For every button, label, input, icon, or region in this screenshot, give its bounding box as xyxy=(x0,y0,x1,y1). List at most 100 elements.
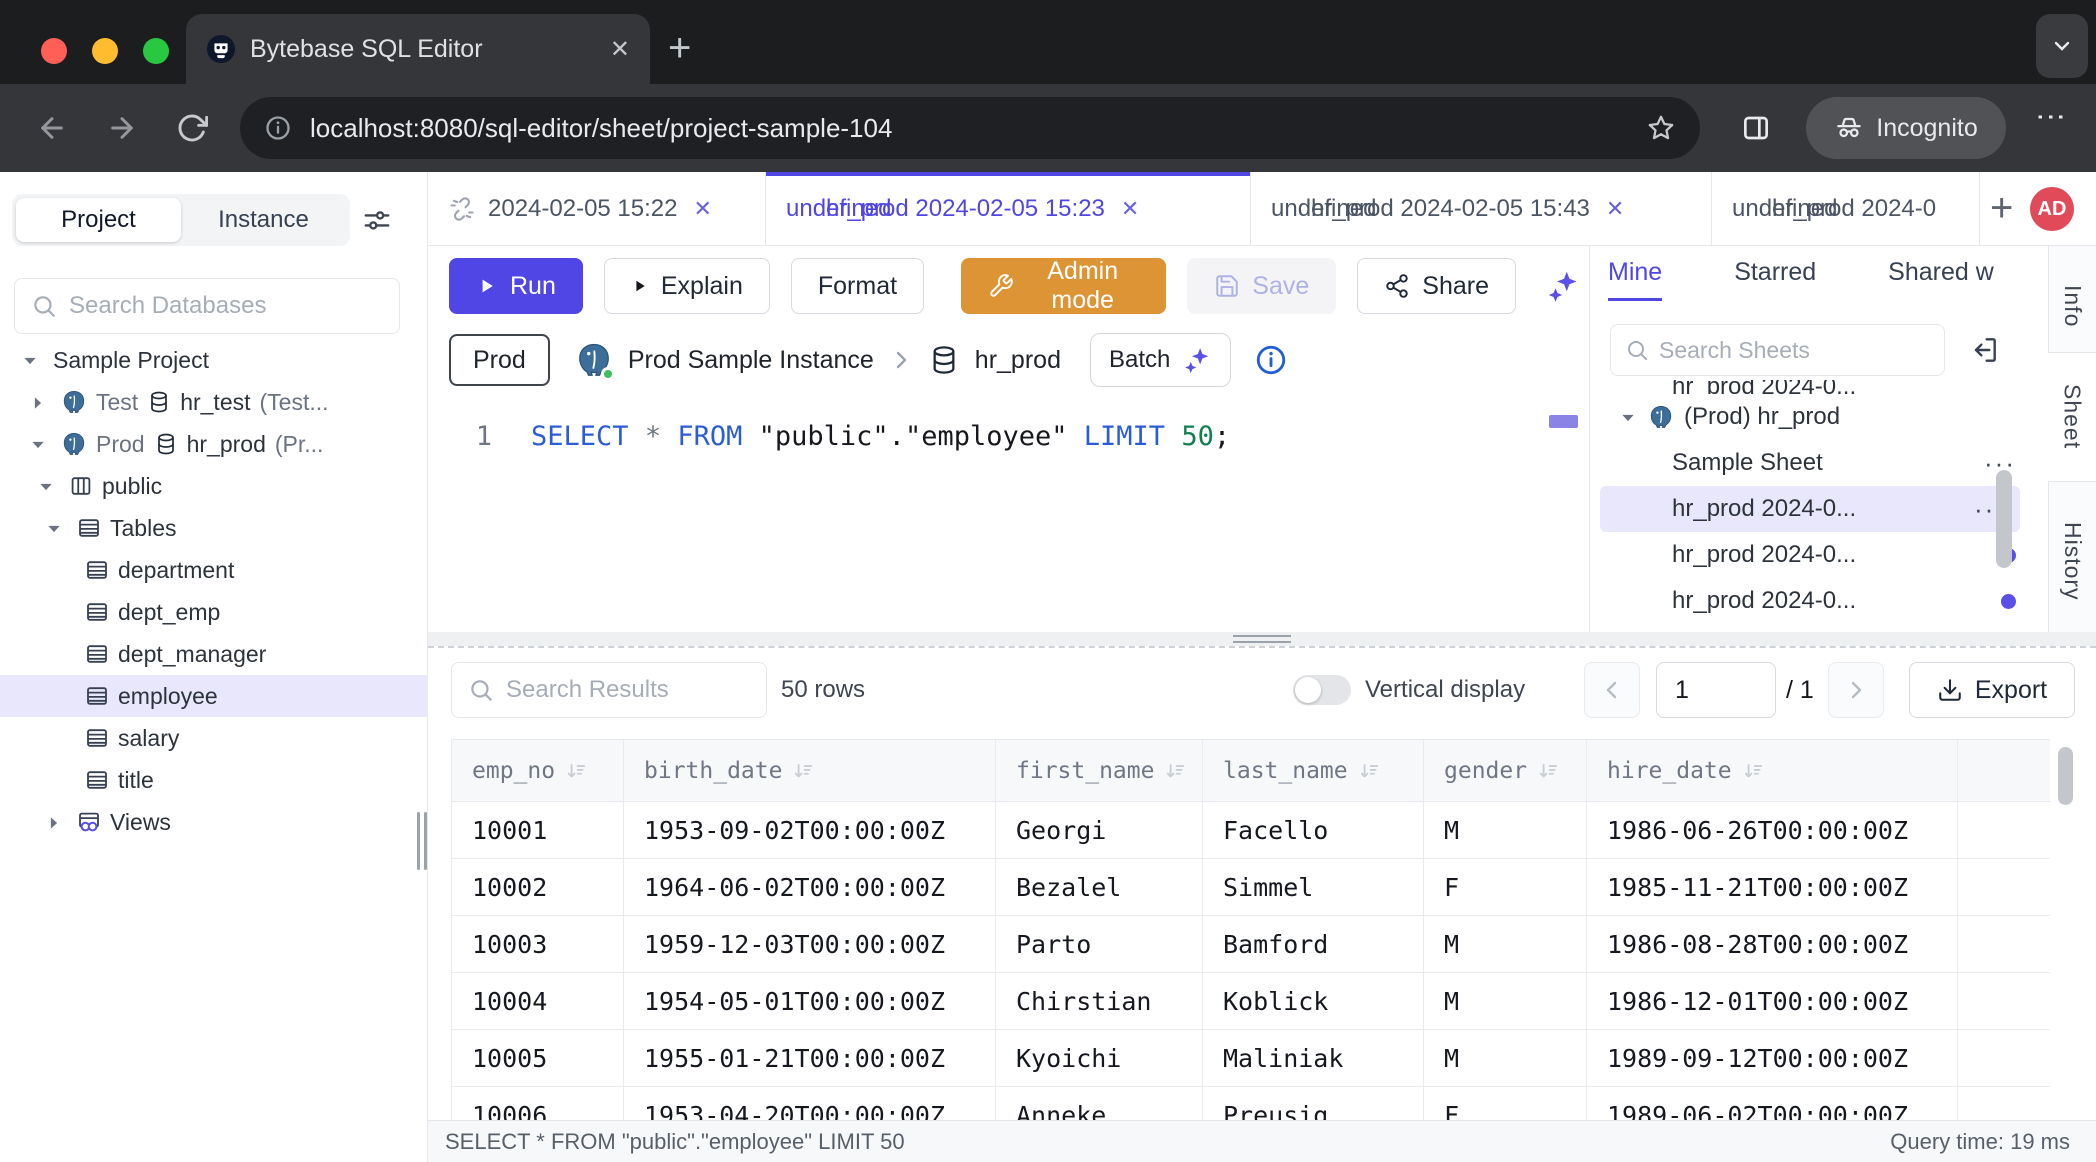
sheet-list-item[interactable]: hr_prod 2024-0... xyxy=(1590,532,2030,578)
table-cell: 10005 xyxy=(452,1030,624,1086)
save-button[interactable]: Save xyxy=(1187,258,1336,314)
table-cell: Parto xyxy=(996,916,1203,972)
tree-item[interactable]: Views xyxy=(0,801,428,843)
tree-item[interactable]: title xyxy=(0,759,428,801)
column-header[interactable]: first_name xyxy=(996,740,1203,801)
sheet-tab[interactable]: undefinedhr_prod 2024-02-05 15:23✕ xyxy=(766,172,1251,246)
tree-item[interactable]: Tables xyxy=(0,507,428,549)
tab-sheet[interactable]: Sheet xyxy=(2048,352,2096,482)
sheet-tab[interactable]: undefinedhr_prod 2024-0 xyxy=(1712,172,1980,246)
table-cell: Preusig xyxy=(1203,1087,1424,1122)
format-button[interactable]: Format xyxy=(791,258,924,314)
tree-item[interactable]: dept_manager xyxy=(0,633,428,675)
page-input[interactable]: 1 xyxy=(1656,662,1776,718)
vertical-display-toggle[interactable] xyxy=(1293,675,1351,705)
results-scrollbar[interactable] xyxy=(2058,747,2073,805)
site-info-icon[interactable] xyxy=(264,114,292,142)
sql-statement: SELECT * FROM "public"."employee" LIMIT … xyxy=(531,421,1230,452)
search-sheets-input[interactable]: Search Sheets xyxy=(1610,324,1945,376)
tree-item[interactable]: public xyxy=(0,465,428,507)
minimize-window-button[interactable] xyxy=(92,38,118,64)
postgres-icon: undefined xyxy=(1271,195,1299,223)
forward-icon[interactable] xyxy=(106,112,138,144)
add-sheet-button[interactable]: + xyxy=(1990,186,2013,231)
tree-item[interactable]: Testhr_test(Test... xyxy=(0,381,428,423)
database-name[interactable]: hr_prod xyxy=(975,346,1061,375)
sheet-tab[interactable]: undefinedhr_prod 2024-02-05 15:43✕ xyxy=(1251,172,1712,246)
import-sheet-icon[interactable] xyxy=(1968,334,2000,366)
next-page-button[interactable] xyxy=(1828,662,1884,718)
line-number: 1 xyxy=(428,421,492,452)
browser-tab[interactable]: Bytebase SQL Editor ✕ xyxy=(186,14,650,84)
share-button[interactable]: Share xyxy=(1357,258,1516,314)
close-window-button[interactable] xyxy=(41,38,67,64)
tree-item[interactable]: Prodhr_prod(Pr... xyxy=(0,423,428,465)
sheets-scrollbar[interactable] xyxy=(1996,470,2012,568)
postgres-icon: undefined xyxy=(1732,195,1760,223)
back-icon[interactable] xyxy=(36,112,68,144)
batch-button[interactable]: Batch xyxy=(1090,333,1231,387)
tab-instance[interactable]: Instance xyxy=(181,198,346,242)
chevron-left-icon xyxy=(1600,678,1624,702)
sheet-group[interactable]: (Prod) hr_prod xyxy=(1590,394,2030,440)
close-icon[interactable]: ✕ xyxy=(694,196,712,222)
sheet-tab[interactable]: 2024-02-05 15:22✕ xyxy=(428,172,766,246)
tab-history[interactable]: History xyxy=(2049,490,2096,632)
column-header[interactable]: birth_date xyxy=(624,740,996,801)
sidebar-settings-icon[interactable] xyxy=(362,206,392,236)
table-row[interactable]: 100061953-04-20T00:00:00ZAnnekePreusigF1… xyxy=(452,1087,2050,1122)
export-button[interactable]: Export xyxy=(1909,662,2075,718)
ai-sparkle-icon xyxy=(1545,268,1581,304)
search-results-input[interactable]: Search Results xyxy=(451,662,767,718)
tab-starred[interactable]: Starred xyxy=(1734,258,1816,301)
avatar[interactable]: AD xyxy=(2030,187,2074,231)
info-icon[interactable] xyxy=(1254,343,1288,377)
prev-page-button[interactable] xyxy=(1584,662,1640,718)
address-bar[interactable]: localhost:8080/sql-editor/sheet/project-… xyxy=(240,97,1700,159)
close-icon[interactable]: ✕ xyxy=(1606,196,1624,222)
tree-item[interactable]: salary xyxy=(0,717,428,759)
run-button[interactable]: Run xyxy=(449,258,583,314)
tab-search-button[interactable] xyxy=(2036,14,2088,78)
table-row[interactable]: 100031959-12-03T00:00:00ZPartoBamfordM19… xyxy=(452,916,2050,973)
tab-info[interactable]: Info xyxy=(2049,256,2096,356)
column-header[interactable]: emp_no xyxy=(452,740,624,801)
tree-item[interactable]: dept_emp xyxy=(0,591,428,633)
code-editor[interactable]: 1 SELECT * FROM "public"."employee" LIMI… xyxy=(428,404,1588,632)
postgres-icon xyxy=(61,389,87,415)
column-header[interactable]: last_name xyxy=(1203,740,1424,801)
tab-mine[interactable]: Mine xyxy=(1608,258,1662,301)
column-header[interactable]: hire_date xyxy=(1587,740,1958,801)
table-row[interactable]: 100051955-01-21T00:00:00ZKyoichiMaliniak… xyxy=(452,1030,2050,1087)
table-row[interactable]: 100021964-06-02T00:00:00ZBezalelSimmelF1… xyxy=(452,859,2050,916)
sheet-list-item[interactable]: hr_prod 2024-0...··· xyxy=(1600,486,2020,532)
bookmark-star-icon[interactable] xyxy=(1646,113,1676,143)
tree-item[interactable]: Sample Project xyxy=(0,339,428,381)
sheet-list-item[interactable]: Sample Sheet··· xyxy=(1590,440,2030,486)
close-icon[interactable]: ✕ xyxy=(1121,196,1139,222)
tab-project[interactable]: Project xyxy=(16,198,181,242)
sidebar-resize-handle[interactable] xyxy=(417,812,427,870)
reload-icon[interactable] xyxy=(176,112,208,144)
new-tab-button[interactable]: + xyxy=(668,24,691,72)
tree-item[interactable]: employee xyxy=(0,675,428,717)
table-row[interactable]: 100041954-05-01T00:00:00ZChirstianKoblic… xyxy=(452,973,2050,1030)
database-icon xyxy=(928,344,960,376)
tab-shared[interactable]: Shared w xyxy=(1888,258,1994,301)
search-placeholder: Search Results xyxy=(506,676,669,704)
tree-item[interactable]: department xyxy=(0,549,428,591)
side-panel-icon[interactable] xyxy=(1740,112,1772,144)
sheet-list-item[interactable]: hr_prod 2024-0... xyxy=(1590,578,2030,624)
admin-mode-button[interactable]: Admin mode xyxy=(961,258,1166,314)
instance-name[interactable]: Prod Sample Instance xyxy=(628,346,874,375)
explain-button[interactable]: Explain xyxy=(604,258,770,314)
ai-assistant-button[interactable] xyxy=(1537,258,1589,314)
search-databases-input[interactable]: Search Databases xyxy=(14,278,400,334)
panel-divider[interactable] xyxy=(428,632,2096,646)
maximize-window-button[interactable] xyxy=(143,38,169,64)
column-header[interactable]: gender xyxy=(1424,740,1587,801)
close-icon[interactable]: ✕ xyxy=(610,35,630,64)
browser-menu-icon[interactable]: ⋮ xyxy=(2040,102,2060,158)
schema-icon xyxy=(69,474,93,498)
table-row[interactable]: 100011953-09-02T00:00:00ZGeorgiFacelloM1… xyxy=(452,802,2050,859)
